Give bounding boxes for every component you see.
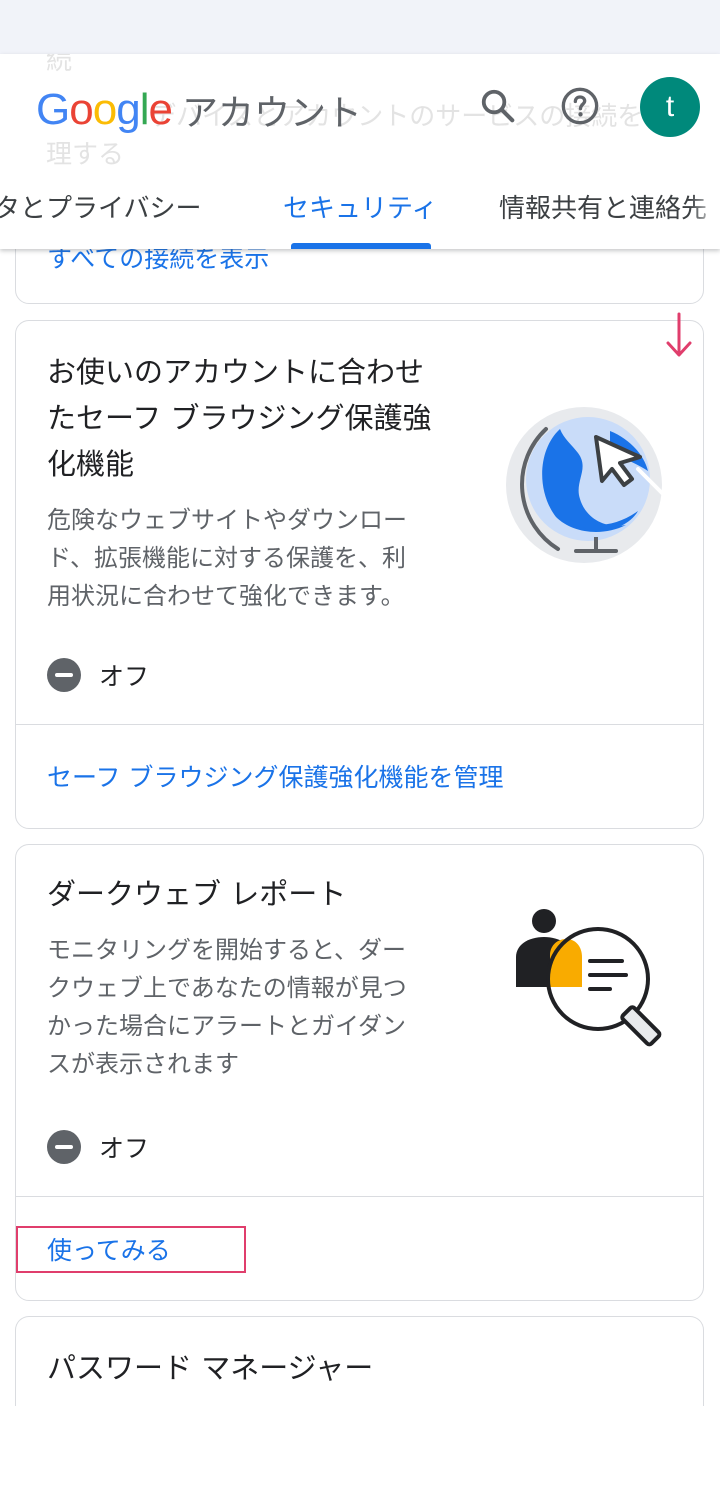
search-icon bbox=[481, 89, 515, 123]
tab-bar: データとプライバシー セキュリティ 情報共有と連絡先 bbox=[0, 182, 720, 249]
app-title: アカウント bbox=[181, 93, 362, 134]
logo-letter: l bbox=[139, 85, 150, 134]
status-text: オフ bbox=[99, 662, 150, 691]
desc-line: クウェブ上であなたの情報が見つ bbox=[47, 974, 407, 1002]
status-off-icon bbox=[47, 658, 81, 692]
globe-cursor-illustration bbox=[506, 407, 676, 563]
ghost-text-1: 続 bbox=[46, 54, 73, 76]
safe-browsing-card: お使いのアカウントに合わせ たセーフ ブラウジング保護強 化機能 危険なウェブサ… bbox=[15, 320, 704, 829]
search-button[interactable] bbox=[472, 80, 524, 132]
desc-line: 危険なウェブサイトやダウンロー bbox=[47, 506, 407, 534]
tab-security[interactable]: セキュリティ bbox=[283, 182, 437, 249]
google-logo: Google bbox=[36, 85, 173, 135]
desc-line: ド、拡張機能に対する保護を、利 bbox=[47, 544, 407, 572]
desc-line: かった場合にアラートとガイダン bbox=[47, 1012, 407, 1040]
status-bar bbox=[0, 0, 720, 54]
help-icon bbox=[561, 87, 599, 125]
help-button[interactable] bbox=[554, 80, 606, 132]
active-tab-indicator bbox=[291, 243, 431, 249]
title-line: お使いのアカウントに合わせ bbox=[47, 355, 425, 389]
dark-web-status: オフ bbox=[47, 1127, 149, 1167]
logo-letter: g bbox=[116, 85, 141, 134]
highlight-box bbox=[16, 1226, 246, 1273]
tab-label: セキュリティ bbox=[283, 194, 438, 224]
magnifier-person-illustration bbox=[516, 909, 662, 1047]
tab-data-privacy[interactable]: データとプライバシー bbox=[0, 182, 201, 249]
status-off-icon bbox=[47, 1130, 81, 1164]
manage-safe-browsing-link[interactable]: セーフ ブラウジング保護強化機能を管理 bbox=[47, 758, 503, 794]
title-line: 化機能 bbox=[47, 447, 135, 481]
tab-label: 情報共有と連絡先 bbox=[499, 194, 708, 224]
status-text: オフ bbox=[99, 1134, 150, 1163]
ghost-text-3: 理する bbox=[46, 140, 125, 170]
divider bbox=[16, 724, 703, 725]
card-description: 危険なウェブサイトやダウンロー ド、拡張機能に対する保護を、利 用状況に合わせて… bbox=[47, 501, 407, 615]
logo-letter: G bbox=[36, 85, 70, 134]
card-description: モニタリングを開始すると、ダー クウェブ上であなたの情報が見つ かった場合にアラ… bbox=[47, 931, 407, 1083]
tab-scroll-fade bbox=[690, 182, 720, 249]
card-title: お使いのアカウントに合わせ たセーフ ブラウジング保護強 化機能 bbox=[47, 349, 431, 487]
logo-letter: o bbox=[69, 85, 94, 134]
desc-line: モニタリングを開始すると、ダー bbox=[47, 936, 407, 964]
down-arrow-icon bbox=[666, 312, 692, 357]
tab-people-sharing[interactable]: 情報共有と連絡先 bbox=[499, 182, 707, 249]
bottom-blank-area bbox=[0, 1406, 720, 1496]
google-account-logo[interactable]: Google アカウント bbox=[36, 82, 362, 138]
safe-browsing-status: オフ bbox=[47, 655, 149, 695]
title-line: たセーフ ブラウジング保護強 bbox=[47, 401, 432, 435]
desc-line: スが表示されます bbox=[47, 1050, 239, 1078]
app-header: 続 デバイスとアカウントのサービスの接続を管 理する Google アカウント … bbox=[0, 54, 720, 249]
avatar[interactable]: t bbox=[640, 77, 700, 137]
logo-letter: e bbox=[148, 85, 173, 134]
card-title: パスワード マネージャー bbox=[47, 1351, 374, 1385]
logo-letter: o bbox=[92, 85, 118, 134]
tab-label: データとプライバシー bbox=[0, 194, 202, 224]
divider bbox=[16, 1196, 703, 1197]
card-title: ダークウェブ レポート bbox=[47, 877, 347, 911]
desc-line: 用状況に合わせて強化できます。 bbox=[47, 582, 405, 610]
